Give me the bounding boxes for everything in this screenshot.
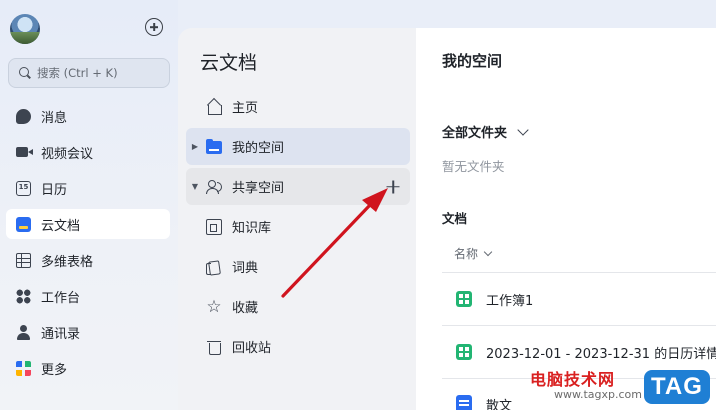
avatar[interactable] xyxy=(10,14,40,44)
message-icon xyxy=(16,108,31,124)
rail-item-label: 日历 xyxy=(41,182,68,198)
nav-item-my-space[interactable]: ▶ 我的空间 xyxy=(186,128,410,165)
wiki-icon xyxy=(206,218,222,235)
contacts-icon xyxy=(16,324,31,340)
rail-item-label: 云文档 xyxy=(41,218,81,234)
more-apps-icon xyxy=(16,360,31,376)
workplace-icon xyxy=(16,288,31,304)
home-icon xyxy=(206,99,222,115)
nav-item-trash[interactable]: 回收站 xyxy=(186,328,410,365)
nav-item-label: 主页 xyxy=(232,101,259,116)
chevron-down-icon xyxy=(483,247,493,257)
doc-name: 散文 xyxy=(486,398,513,410)
sheet-icon xyxy=(456,344,472,360)
nav-item-shared-space[interactable]: ▼ 共享空间 xyxy=(186,168,410,205)
docs-nav-panel: 云文档 主页 ▶ 我的空间 ▼ 共享空间 知识库 词典 ☆ 收藏 回收站 xyxy=(178,28,416,410)
trash-icon xyxy=(206,339,222,355)
nav-title: 云文档 xyxy=(200,52,258,74)
sheet-icon xyxy=(456,291,472,307)
folders-empty-text: 暂无文件夹 xyxy=(442,159,505,174)
dictionary-icon xyxy=(206,259,222,275)
nav-item-label: 回收站 xyxy=(232,341,272,356)
search-placeholder: 搜索 (Ctrl + K) xyxy=(37,66,118,80)
nav-item-label: 知识库 xyxy=(232,221,272,236)
nav-item-label: 共享空间 xyxy=(232,181,285,196)
base-table-icon xyxy=(16,252,31,268)
rail-item-cloud-docs[interactable]: 云文档 xyxy=(6,209,170,239)
all-folders-toggle[interactable]: 全部文件夹 xyxy=(442,122,529,141)
nav-item-label: 词典 xyxy=(232,261,259,276)
rail-item-label: 视频会议 xyxy=(41,146,94,162)
cloud-doc-icon xyxy=(16,216,31,232)
rail-item-more[interactable]: 更多 xyxy=(6,353,170,383)
watermark-site-name: 电脑技术网 xyxy=(530,370,616,389)
collapse-caret-icon[interactable]: ▼ xyxy=(188,182,202,191)
calendar-icon xyxy=(16,180,31,196)
rail-item-label: 更多 xyxy=(41,362,68,378)
expand-caret-icon[interactable]: ▶ xyxy=(188,142,202,151)
doc-icon xyxy=(456,395,472,410)
watermark: 电脑技术网 www.tagxp.com TAG xyxy=(530,366,714,406)
rail-item-video-meeting[interactable]: 视频会议 xyxy=(6,137,170,167)
docs-heading: 文档 xyxy=(442,211,468,226)
folder-icon xyxy=(206,139,222,154)
rail-item-contacts[interactable]: 通讯录 xyxy=(6,317,170,347)
doc-row[interactable]: 工作簿1 xyxy=(442,273,716,325)
rail-item-label: 通讯录 xyxy=(41,326,81,342)
shared-space-icon xyxy=(206,179,222,195)
search-bar[interactable]: 搜索 (Ctrl + K) xyxy=(8,58,170,88)
left-rail: 搜索 (Ctrl + K) 消息 视频会议 日历 云文档 多维表格 工作台 通讯… xyxy=(0,0,178,410)
nav-item-home[interactable]: 主页 xyxy=(186,88,410,125)
add-circle-icon[interactable] xyxy=(145,18,163,36)
video-icon xyxy=(16,147,33,157)
watermark-badge: TAG xyxy=(644,370,710,404)
rail-item-calendar[interactable]: 日历 xyxy=(6,173,170,203)
rail-item-label: 工作台 xyxy=(41,290,81,306)
search-icon xyxy=(19,67,31,79)
sort-by-name[interactable]: 名称 xyxy=(454,245,493,262)
nav-item-label: 收藏 xyxy=(232,301,259,316)
nav-item-label: 我的空间 xyxy=(232,141,285,156)
all-folders-heading: 全部文件夹 xyxy=(442,126,508,141)
doc-name: 工作簿1 xyxy=(486,293,534,309)
rail-item-messages[interactable]: 消息 xyxy=(6,101,170,131)
chevron-down-icon xyxy=(517,123,529,136)
nav-item-wiki[interactable]: 知识库 xyxy=(186,208,410,245)
add-shared-space-icon[interactable] xyxy=(386,180,400,194)
page-title: 我的空间 xyxy=(442,52,503,70)
rail-item-base[interactable]: 多维表格 xyxy=(6,245,170,275)
nav-item-favorites[interactable]: ☆ 收藏 xyxy=(186,288,410,325)
nav-item-dictionary[interactable]: 词典 xyxy=(186,248,410,285)
rail-item-label: 多维表格 xyxy=(41,254,94,270)
main-content: 我的空间 全部文件夹 暂无文件夹 文档 名称 工作簿1 2023-12-01 -… xyxy=(416,28,716,410)
doc-name: 2023-12-01 - 2023-12-31 的日历详情 xyxy=(486,346,716,362)
watermark-url: www.tagxp.com xyxy=(554,388,642,401)
sort-label: 名称 xyxy=(454,247,479,261)
rail-item-label: 消息 xyxy=(41,110,68,126)
star-icon: ☆ xyxy=(206,296,222,317)
rail-item-workplace[interactable]: 工作台 xyxy=(6,281,170,311)
